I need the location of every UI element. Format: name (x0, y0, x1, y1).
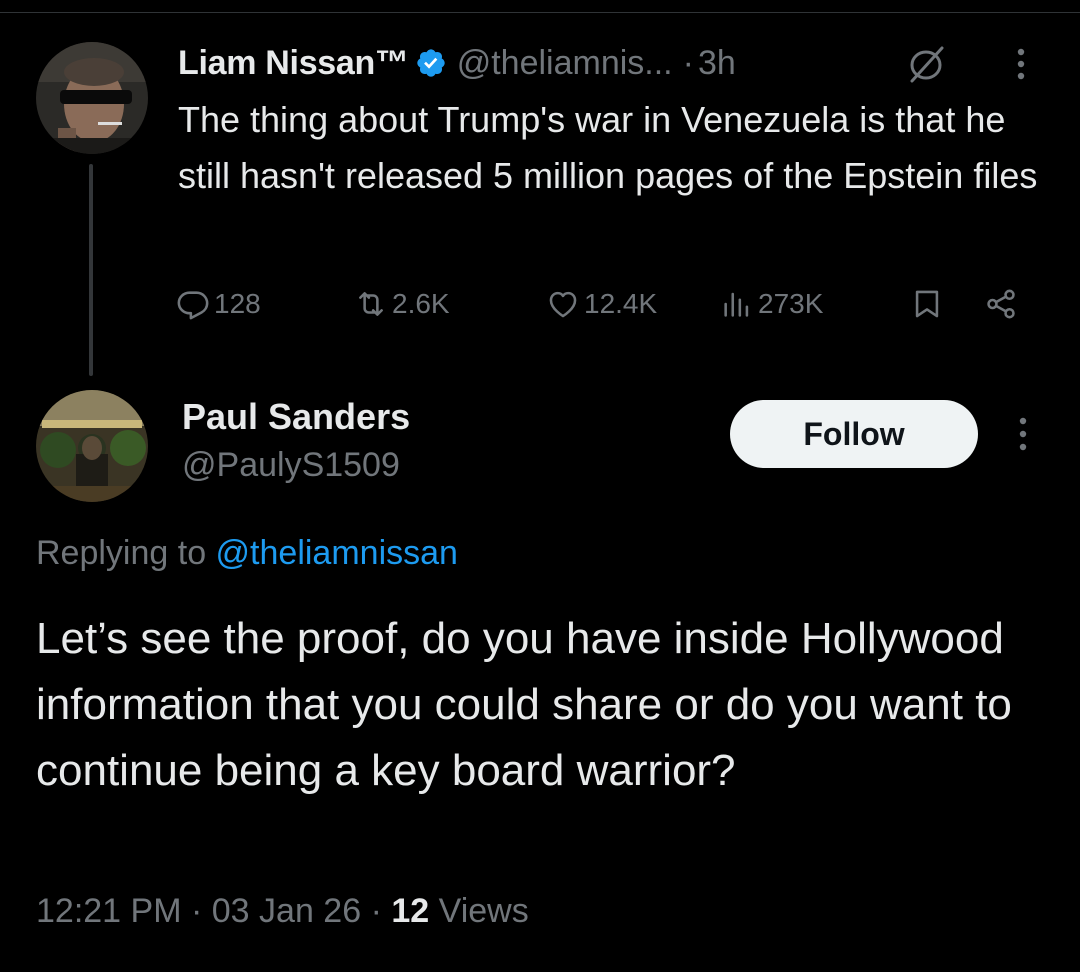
reply-time[interactable]: 12:21 PM (36, 892, 182, 930)
more-icon[interactable] (1010, 414, 1036, 454)
reply-author-name[interactable]: Paul Sanders (182, 396, 410, 438)
share-icon (987, 289, 1015, 319)
repost-icon (359, 292, 383, 316)
reply-date[interactable]: 03 Jan 26 (212, 892, 361, 930)
views-icon (724, 292, 749, 317)
replying-to-line: Replying to @theliamnissan (36, 534, 458, 573)
reply-tweet-text: Let’s see the proof, do you have inside … (36, 614, 1012, 795)
verified-badge-icon (417, 49, 445, 77)
reply-meta-line: 12:21 PM · 03 Jan 26 · 12 Views (36, 892, 529, 931)
reply-button[interactable]: 128 (176, 282, 261, 326)
follow-button[interactable]: Follow (730, 400, 978, 468)
avatar-liam-nissan[interactable] (36, 42, 148, 154)
bookmark-icon (915, 290, 939, 318)
avatar-paul-sanders[interactable] (36, 390, 148, 502)
replying-to-label: Replying to (36, 534, 216, 572)
parent-tweet-text: The thing about Trump's war in Venezuela… (178, 99, 1038, 196)
like-button[interactable]: 12.4K (546, 282, 657, 326)
separator-dot: · (682, 43, 694, 82)
repost-count: 2.6K (392, 288, 450, 319)
share-button[interactable] (984, 282, 1022, 326)
like-icon (549, 291, 577, 318)
bookmark-button[interactable] (910, 282, 948, 326)
views-button[interactable]: 273K (720, 282, 823, 326)
separator-dot: · (190, 892, 203, 930)
reply-author-handle[interactable]: @PaulyS1509 (182, 446, 400, 485)
parent-timestamp[interactable]: 3h (698, 44, 736, 83)
thread-connector (89, 164, 93, 376)
parent-action-bar: 128 2.6K 12.4K 273K (176, 282, 1036, 326)
no-distribution-icon (910, 46, 944, 83)
repost-button[interactable]: 2.6K (354, 282, 450, 326)
top-divider (0, 12, 1080, 13)
parent-author-handle[interactable]: @theliamnis... (457, 44, 673, 83)
parent-author-name[interactable]: Liam Nissan™ (178, 44, 409, 83)
reply-icon (177, 291, 209, 320)
reply-views-label: Views (429, 892, 529, 930)
view-count: 273K (758, 288, 824, 319)
reply-count: 128 (214, 288, 261, 319)
reply-views-count: 12 (391, 892, 430, 930)
more-icon[interactable] (1008, 46, 1034, 82)
like-count: 12.4K (584, 288, 658, 319)
replying-to-mention[interactable]: @theliamnissan (216, 534, 458, 572)
parent-tweet-header: Liam Nissan™ @theliamnis... · 3h (178, 40, 736, 86)
separator-dot: · (370, 892, 382, 930)
